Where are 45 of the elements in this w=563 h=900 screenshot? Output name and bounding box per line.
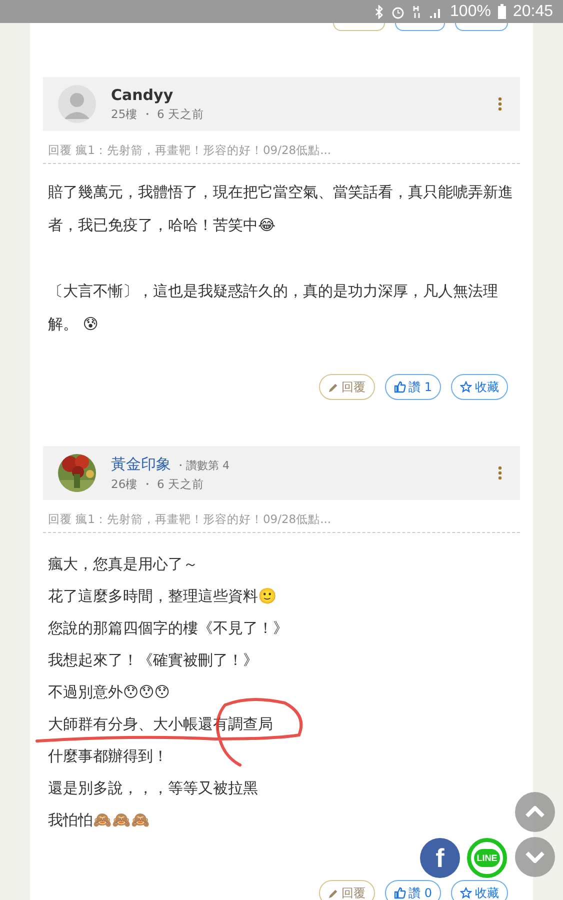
favorite-button[interactable]: 收藏: [451, 880, 508, 900]
more-icon[interactable]: [498, 97, 502, 111]
like-button[interactable]: 讚 0: [384, 880, 441, 900]
alarm-icon: [391, 4, 406, 18]
post-text: 不過別意外😯😯😯: [48, 683, 170, 701]
chevron-down-icon: [525, 851, 545, 863]
pencil-icon: [328, 382, 339, 392]
author-name: Candyy: [111, 86, 174, 104]
post-meta: 25樓 ・ 6 天之前: [111, 107, 204, 122]
post-text: 還是別多說，，，等等又被拉黑: [48, 779, 258, 797]
reply-quote: 回覆 瘋1：先射箭，再畫靶！形容的好！09/28低點...: [43, 509, 520, 533]
star-icon: [460, 887, 472, 899]
scroll-up-button[interactable]: [515, 792, 555, 832]
post-text: 什麼事都辦得到！: [48, 747, 168, 765]
star-icon: [460, 381, 472, 393]
author-name[interactable]: 黃金印象: [111, 454, 171, 474]
scroll-down-button[interactable]: [515, 837, 555, 877]
post-text: 瘋大，您真是用心了～: [48, 555, 198, 573]
like-button[interactable]: [395, 23, 445, 31]
post-meta: 26樓 ・ 6 天之前: [111, 476, 204, 492]
chevron-up-icon: [525, 806, 545, 818]
network-icon: [412, 4, 422, 18]
bluetooth-icon: [375, 4, 384, 18]
battery-icon: [498, 4, 506, 19]
like-button[interactable]: 讚 1: [384, 374, 441, 400]
reply-button[interactable]: 回覆: [318, 880, 375, 900]
like-rank-text: ・讚數第 4: [175, 458, 230, 472]
post-text: 〔大言不慚〕，這也是我疑惑許久的，真的是功力深厚，凡人無法理解。 😰: [48, 282, 498, 333]
battery-percent: 100%: [450, 2, 491, 20]
avatar-icon: [58, 85, 96, 123]
reply-button[interactable]: [333, 23, 385, 31]
post-text: 我想起來了！《確實被刪了！》: [48, 651, 258, 669]
clock-time: 20:45: [512, 2, 553, 20]
post-text: 我怕怕🙈🙈🙈: [48, 811, 150, 829]
reply-button[interactable]: 回覆: [318, 374, 375, 400]
post-text: 花了這麼多時間，整理這些資料🙂: [48, 587, 277, 605]
favorite-button[interactable]: [455, 23, 508, 31]
post-text: 您說的那篇四個字的樓《不見了！》: [48, 619, 288, 637]
post-text: 賠了幾萬元，我體悟了，現在把它當空氣、當笑話看，真只能唬弄新進者，我已免疫了，哈哈！苦笑中😂: [48, 183, 513, 234]
reply-quote: 回覆 瘋1：先射箭，再畫靶！形容的好！09/28低點...: [43, 140, 520, 164]
thumbs-up-icon: [394, 887, 406, 899]
thumbs-up-icon: [394, 381, 406, 393]
pencil-icon: [328, 888, 339, 898]
more-icon[interactable]: [498, 466, 502, 480]
favorite-button[interactable]: 收藏: [451, 374, 508, 400]
